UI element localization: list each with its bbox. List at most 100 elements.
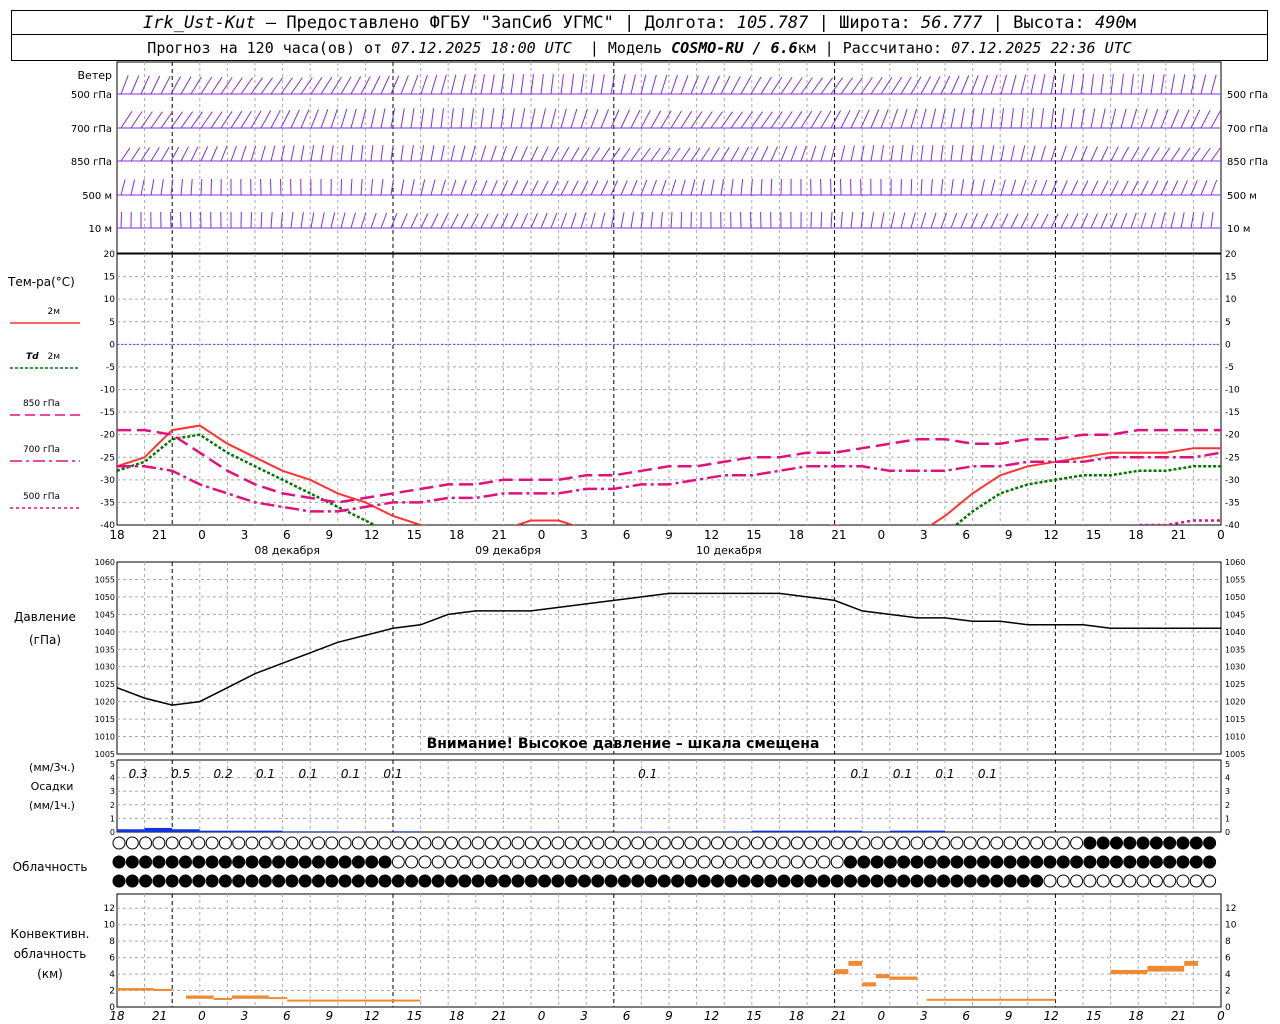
precip-3h-label: 0.1 [935,767,954,781]
cloud-cover-symbol [804,874,818,888]
precip-axis-tick-label: 5 [110,760,115,769]
cloud-cover-symbol [950,855,964,869]
temp-axis-tick-label-right: -15 [1225,408,1240,418]
precip-bar [917,830,945,832]
x-hour-label-bottom: 15 [407,1009,422,1023]
cloud-cover-symbol [112,855,126,869]
cloud-cover-symbol [1163,836,1177,850]
precip-bar [834,830,863,832]
cloud-cover-symbol [112,836,126,850]
cloud-cover-symbol [764,855,778,869]
precip-bar [144,827,173,832]
cloud-cover-symbol [764,836,778,850]
wind-level-label: 700 гПа [71,124,112,135]
cloud-cover-symbol [1176,836,1190,850]
x-hour-label-bottom: 21 [831,1009,846,1023]
precip-axis-tick-label-right: 3 [1225,787,1230,796]
cloud-cover-symbol [285,836,299,850]
temp-axis-tick-label: -15 [100,408,115,418]
cloud-cover-symbol [431,836,445,850]
pressure-axis-tick-label: 1035 [95,645,115,654]
cloud-cover-symbol [644,836,658,850]
cloud-cover-symbol [591,836,605,850]
temp-legend-label: 700 гПа [23,445,60,455]
cloud-cover-symbol [232,855,246,869]
cloud-cover-symbol [445,874,458,888]
x-hour-label-bottom: 12 [364,1009,379,1023]
precip-3h-label: 0.1 [341,767,360,781]
cloud-cover-symbol [790,874,804,888]
precip-axis-tick-label-right: 4 [1225,774,1230,783]
cloud-cover-symbol [538,836,552,850]
cloud-cover-symbol [1136,874,1150,888]
cloud-cover-symbol [245,836,259,850]
x-hour-label-bottom: 12 [1044,1009,1059,1023]
pressure-axis-tick-label: 1030 [95,663,115,672]
cloud-cover-symbol [963,855,977,869]
cloud-cover-symbol [458,874,472,888]
cloud-cover-symbol [1189,874,1203,888]
cloud-cover-symbol [790,855,804,869]
cloud-cover-symbol [298,836,312,850]
precip-axis-tick-label-right: 0 [1225,828,1230,837]
cloud-cover-symbol [844,855,857,869]
cloud-cover-symbol [1110,874,1123,888]
cloud-cover-symbol [245,874,259,888]
cloud-cover-symbol [671,855,685,869]
cloud-cover-symbol [338,874,352,888]
cloud-cover-symbol [125,874,139,888]
x-hour-label: 21 [1171,528,1186,542]
cloud-cover-symbol [1083,855,1097,869]
cloud-cover-symbol [937,874,951,888]
cloud-cover-symbol [405,836,419,850]
precip-axis-tick-label: 0 [110,828,115,837]
cloud-cover-symbol [1043,874,1057,888]
convective-axis-tick-label-right: 12 [1225,904,1236,914]
cloud-cover-symbol [937,855,951,869]
cloud-cover-symbol [724,836,738,850]
cloud-cover-symbol [471,874,485,888]
cloud-cover-symbol [857,836,871,850]
pressure-axis-tick-label: 1060 [95,558,115,567]
cloud-cover-symbol [378,855,392,869]
cloud-cover-symbol [298,855,312,869]
convective-segment [1147,965,1185,972]
temp-axis-tick-label: -20 [100,431,115,441]
wind-level-label: 500 гПа [71,90,112,101]
wind-level-label-right: 10 м [1227,224,1250,235]
temp-axis-tick-label: 0 [109,340,115,350]
precip-3h-label: 0.5 [171,767,190,781]
cloud-cover-symbol [910,855,924,869]
cloud-cover-symbol [737,836,751,850]
temp-axis-tick-label-right: 20 [1225,250,1237,260]
cloud-cover-symbol [365,874,379,888]
precip-unit-1h: (мм/1ч.) [29,799,75,812]
x-hour-label: 18 [1128,528,1143,542]
x-hour-label: 9 [1005,528,1013,542]
cloud-cover-symbol [777,855,791,869]
cloud-cover-symbol [418,855,432,869]
cloud-cover-symbol [1203,836,1217,850]
pressure-axis-tick-label: 1050 [95,593,115,602]
cloud-cover-symbol [591,874,605,888]
cloud-cover-symbol [378,836,392,850]
cloud-cover-symbol [312,874,325,888]
cloud-cover-symbol [484,836,498,850]
precip-axis-tick-label: 4 [110,774,115,783]
x-hour-label: 0 [198,528,206,542]
cloud-cover-symbol [631,874,645,888]
cloud-cover-symbol [298,874,312,888]
cloud-cover-symbol [963,836,977,850]
cloud-cover-symbol [405,874,419,888]
cloud-cover-symbol [205,855,219,869]
cloud-cover-symbol [684,836,698,850]
x-day-label: 08 декабря [254,544,320,557]
temp-legend-label: 850 гПа [23,399,60,409]
cloud-cover-symbol [1083,874,1097,888]
temp-axis-tick-label-right: -40 [1225,521,1240,531]
convective-axis-tick-label: 8 [109,937,115,947]
precip-unit-3h: (мм/3ч.) [29,761,75,774]
cloud-cover-symbol [1123,855,1137,869]
cloud-cover-symbol [657,836,671,850]
convective-segment [232,995,269,999]
